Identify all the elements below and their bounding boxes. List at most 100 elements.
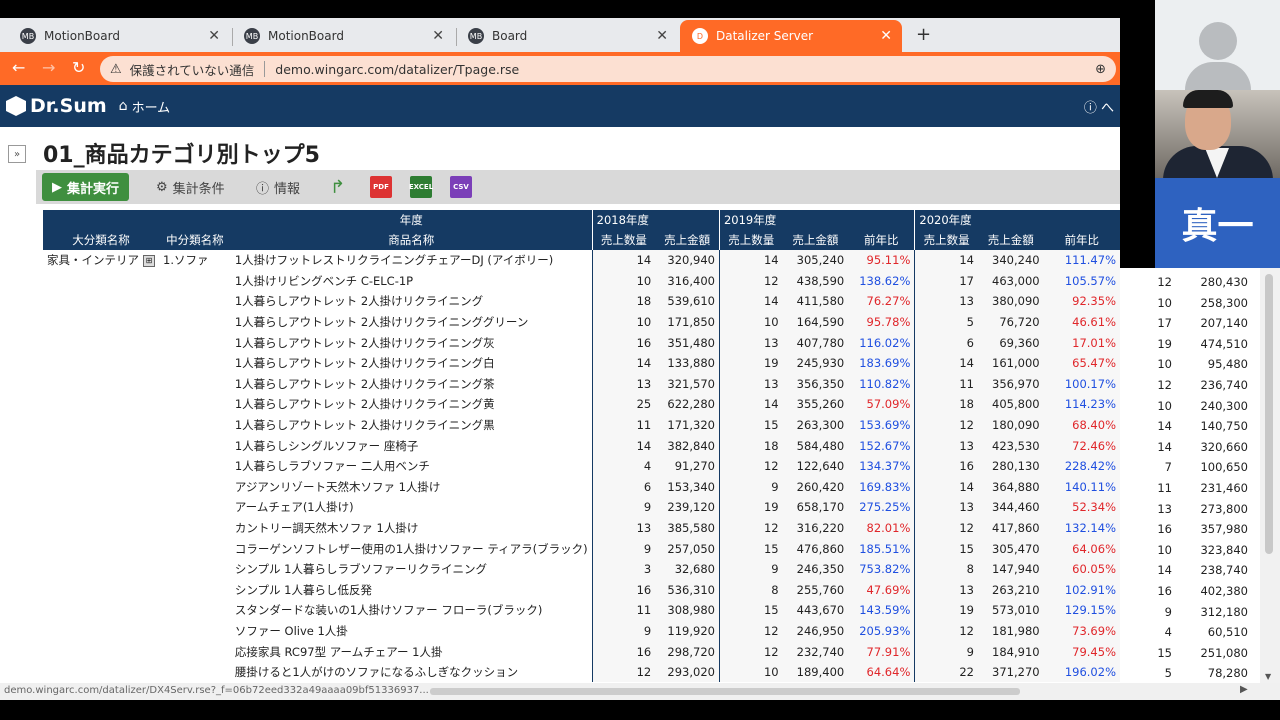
qty-2019-cell: 12 (718, 641, 783, 662)
table-row[interactable]: 1人暮らしシングルソファー 座椅子 14 382,840 18 584,480 152.6… (43, 435, 1120, 456)
product-name-cell[interactable]: シンプル 1人暮らしラブソファーリクライニング (231, 559, 592, 580)
table-row[interactable]: スタンダードな装いの1人掛けソファー フローラ(ブラック) 11 308,980 15… (43, 600, 1120, 621)
run-aggregation-button[interactable]: ▶ 集計実行 (42, 173, 130, 201)
close-icon[interactable]: ✕ (656, 28, 668, 44)
product-name-cell[interactable]: 1人暮らしラブソファー 二人用ベンチ (231, 456, 592, 477)
close-icon[interactable]: ✕ (432, 28, 444, 44)
header-amount-2018[interactable]: 売上金額 (655, 230, 720, 250)
tab-datalizer-server[interactable]: D Datalizer Server ✕ (680, 20, 902, 52)
tab-motionboard-1[interactable]: MB MotionBoard ✕ (8, 20, 230, 52)
table-row[interactable]: 応接家具 RC97型 アームチェアー 1人掛 16 298,720 12 232,740… (43, 641, 1120, 662)
table-row[interactable]: 1人暮らしアウトレット 2人掛けリクライニング黒 11 171,320 15 263,3… (43, 414, 1120, 436)
pdf-export-icon[interactable]: PDF (370, 176, 392, 198)
drsum-logo[interactable]: Dr.Sum (6, 95, 107, 117)
yoy-2019-cell: 185.51% (848, 538, 915, 559)
csv-export-icon[interactable]: CSV (450, 176, 472, 198)
table-row[interactable]: シンプル 1人暮らしラブソファーリクライニング 3 32,680 9 246,350 75… (43, 558, 1120, 580)
table-row[interactable]: 1人暮らしアウトレット 2人掛けリクライニング茶 13 321,570 13 356,3… (43, 373, 1120, 395)
product-name-cell[interactable]: 1人暮らしアウトレット 2人掛けリクライニンググリーン (231, 312, 592, 333)
product-name-cell[interactable]: カントリー調天然木ソファ 1人掛け (231, 518, 592, 539)
table-row[interactable]: 腰掛けると1人がけのソファになるふしぎなクッション 12 293,020 10 189,… (43, 661, 1120, 683)
tab-motionboard-2[interactable]: MB MotionBoard ✕ (232, 20, 454, 52)
datalizer-favicon-icon: D (692, 28, 708, 44)
tab-board[interactable]: MB Board ✕ (456, 20, 678, 52)
yoy-2020-cell: 46.61% (1043, 311, 1120, 333)
major-category-cell[interactable]: 家具・インテリア ⊞ (43, 250, 159, 271)
amount-2019-cell: 443,670 (782, 600, 849, 621)
amount-2018-cell: 536,310 (655, 579, 720, 601)
scroll-right-icon[interactable]: ▶ (1240, 684, 1248, 695)
header-yoy-2020[interactable]: 前年比 (1043, 230, 1120, 250)
yoy-2019-cell: 77.91% (848, 641, 915, 662)
major-category-cell (43, 477, 159, 498)
qty-2018-cell: 16 (591, 332, 656, 353)
table-row[interactable]: 1人暮らしアウトレット 2人掛けリクライニング 18 539,610 14 411,58… (43, 291, 1120, 312)
table-row[interactable]: 1人暮らしアウトレット 2人掛けリクライニンググリーン 10 171,850 10 16… (43, 311, 1120, 333)
table-row[interactable]: ソファー Olive 1人掛 9 119,920 12 246,950 205.93% 12… (43, 620, 1120, 642)
table-row[interactable]: シンプル 1人暮らし低反発 16 536,310 8 255,760 47.69% 13 26… (43, 579, 1120, 601)
header-qty-2019[interactable]: 売上数量 (718, 230, 783, 250)
zoom-icon[interactable]: ⊕ (1095, 62, 1106, 77)
header-product-name[interactable]: 商品名称 (230, 230, 593, 250)
excel-export-icon[interactable]: EXCEL (409, 176, 433, 198)
product-name-cell[interactable]: 1人暮らしアウトレット 2人掛けリクライニング (231, 291, 592, 312)
close-icon[interactable]: ✕ (208, 28, 220, 44)
table-row[interactable]: 1人暮らしアウトレット 2人掛けリクライニング白 14 133,880 19 245,9… (43, 352, 1120, 374)
new-tab-button[interactable]: + (916, 24, 931, 45)
product-name-cell[interactable]: シンプル 1人暮らし低反発 (231, 580, 592, 601)
header-amount-2020[interactable]: 売上金額 (977, 230, 1044, 250)
product-name-cell[interactable]: アームチェア(1人掛け) (231, 497, 592, 518)
close-icon[interactable]: ✕ (880, 28, 892, 44)
table-row[interactable]: 1人暮らしラブソファー 二人用ベンチ 4 91,270 12 122,640 134.37… (43, 455, 1120, 477)
product-name-cell[interactable]: スタンダードな装いの1人掛けソファー フローラ(ブラック) (231, 600, 592, 621)
drill-icon[interactable]: ⊞ (143, 254, 155, 267)
vertical-scrollbar[interactable]: ▼ (1260, 268, 1280, 683)
forward-arrow-icon[interactable]: → (42, 58, 55, 77)
header-amount-2019[interactable]: 売上金額 (782, 230, 849, 250)
product-name-cell[interactable]: 1人掛けフットレストリクライニングチェアーDJ (アイボリー) (231, 250, 592, 271)
header-middle-category[interactable]: 中分類名称 (159, 230, 231, 250)
info-button[interactable]: ⓘ 情報 (256, 173, 300, 201)
table-row[interactable]: 1人暮らしアウトレット 2人掛けリクライニング灰 16 351,480 13 407,7… (43, 332, 1120, 353)
header-yoy-2019[interactable]: 前年比 (848, 230, 915, 250)
table-row[interactable]: 家具・インテリア ⊞ 1.ソファ 1人掛けフットレストリクライニングチェアーDJ (ア… (43, 250, 1120, 271)
conditions-button[interactable]: ⚙ 集計条件 (156, 173, 225, 201)
reload-icon[interactable]: ↻ (72, 58, 85, 77)
help-button[interactable]: ⓘ へ (1084, 97, 1114, 116)
middle-category-cell (159, 477, 231, 498)
product-name-cell[interactable]: 応接家具 RC97型 アームチェアー 1人掛 (231, 641, 592, 662)
table-row[interactable]: 1人掛けリビングベンチ C-ELC-1P 10 316,400 12 438,590 13… (43, 270, 1120, 292)
table-row[interactable]: アジアンリゾート天然木ソファ 1人掛け 6 153,340 9 260,420 169.8… (43, 476, 1120, 498)
horizontal-scrollbar[interactable] (430, 688, 1020, 695)
product-name-cell[interactable]: 腰掛けると1人がけのソファになるふしぎなクッション (231, 662, 592, 683)
product-name-cell[interactable]: 1人暮らしアウトレット 2人掛けリクライニング黄 (231, 394, 592, 415)
url-field[interactable]: ⚠ 保護されていない通信 demo.wingarc.com/datalizer/… (100, 56, 1116, 82)
back-arrow-icon[interactable]: ← (12, 58, 25, 77)
product-name-cell[interactable]: 1人暮らしアウトレット 2人掛けリクライニング灰 (231, 332, 592, 353)
next-year-qty-cell: 15 (1157, 645, 1172, 660)
product-name-cell[interactable]: 1人暮らしアウトレット 2人掛けリクライニング黒 (231, 415, 592, 436)
header-qty-2020[interactable]: 売上数量 (914, 230, 978, 250)
drill-back-arrow-icon[interactable]: ↱ (330, 173, 345, 201)
sidebar-expand-icon[interactable]: » (8, 145, 26, 163)
scroll-down-icon[interactable]: ▼ (1265, 672, 1271, 681)
middle-category-cell[interactable]: 1.ソファ (159, 250, 231, 271)
table-row[interactable]: 1人暮らしアウトレット 2人掛けリクライニング黄 25 622,280 14 355,2… (43, 394, 1120, 415)
qty-2020-cell: 9 (914, 641, 978, 662)
scroll-thumb[interactable] (1265, 274, 1273, 554)
product-name-cell[interactable]: コラーゲンソフトレザー使用の1人掛けソファー ティアラ(ブラック) (231, 538, 592, 559)
product-name-cell[interactable]: 1人暮らしアウトレット 2人掛けリクライニング茶 (231, 374, 592, 395)
product-name-cell[interactable]: アジアンリゾート天然木ソファ 1人掛け (231, 477, 592, 498)
table-row[interactable]: アームチェア(1人掛け) 9 239,120 19 658,170 275.25% 13 34… (43, 497, 1120, 518)
header-major-category[interactable]: 大分類名称 (43, 230, 159, 250)
header-qty-2018[interactable]: 売上数量 (591, 230, 656, 250)
qty-2020-cell: 8 (914, 558, 978, 580)
home-link[interactable]: ⌂ ホーム (119, 97, 171, 116)
product-name-cell[interactable]: 1人掛けリビングベンチ C-ELC-1P (231, 271, 592, 292)
next-year-row: 12 280,430 (1120, 272, 1260, 292)
product-name-cell[interactable]: ソファー Olive 1人掛 (231, 621, 592, 642)
table-row[interactable]: コラーゲンソフトレザー使用の1人掛けソファー ティアラ(ブラック) 9 257,05… (43, 538, 1120, 559)
product-name-cell[interactable]: 1人暮らしシングルソファー 座椅子 (231, 435, 592, 456)
table-row[interactable]: カントリー調天然木ソファ 1人掛け 13 385,580 12 316,220 82.01… (43, 517, 1120, 539)
product-name-cell[interactable]: 1人暮らしアウトレット 2人掛けリクライニング白 (231, 353, 592, 374)
